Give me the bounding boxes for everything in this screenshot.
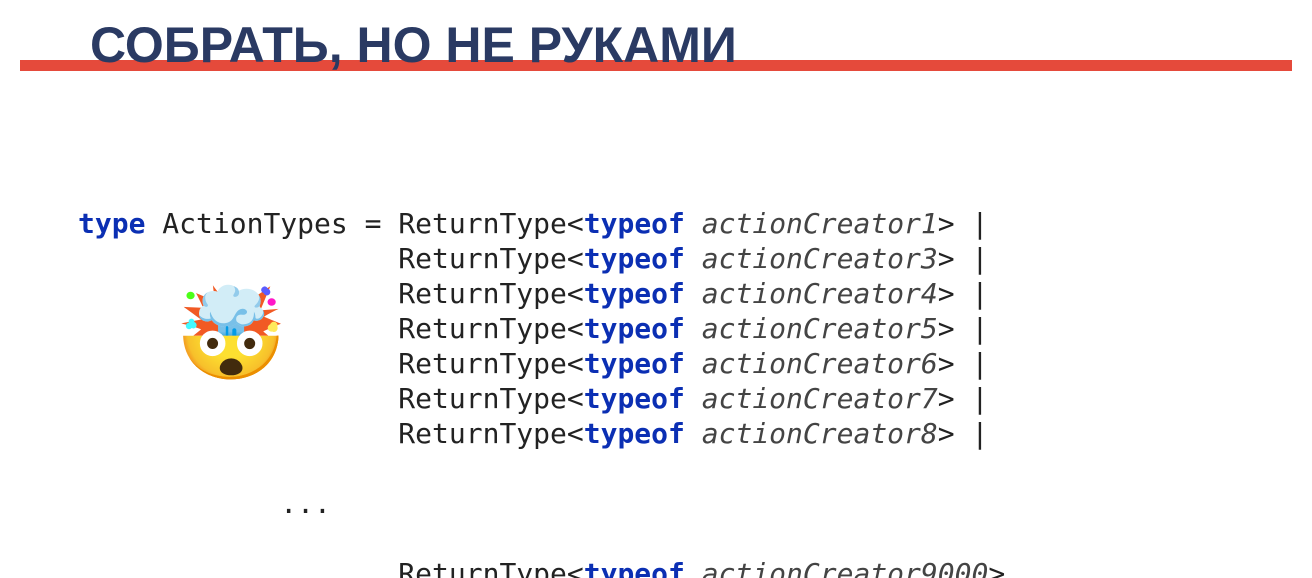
ll-creator: actionCreator9000 <box>702 557 989 578</box>
l7-typeof: typeof <box>584 417 685 450</box>
ell-ind <box>78 487 280 520</box>
l3-typeof: typeof <box>584 277 685 310</box>
ll-close: > <box>988 557 1005 578</box>
l7-ret: ReturnType< <box>398 417 583 450</box>
l5-ind <box>78 347 398 380</box>
l7-ind <box>78 417 398 450</box>
l4-ret: ReturnType< <box>398 312 583 345</box>
l2-ind <box>78 242 398 275</box>
l6-creator: actionCreator7 <box>702 382 938 415</box>
title-block: СОБРАТЬ, НО НЕ РУКАМИ <box>20 20 1292 71</box>
ll-sp <box>685 557 702 578</box>
l5-sp <box>685 347 702 380</box>
ll-typeof: typeof <box>584 557 685 578</box>
l6-sp <box>685 382 702 415</box>
l1-close: > | <box>938 207 989 240</box>
l7-sp <box>685 417 702 450</box>
l2-creator: actionCreator3 <box>702 242 938 275</box>
l4-close: > | <box>938 312 989 345</box>
l4-sp <box>685 312 702 345</box>
ll-ind <box>78 557 398 578</box>
keyword-type: type <box>78 207 145 240</box>
l1-sp <box>685 207 702 240</box>
decl-name: ActionTypes = <box>145 207 398 240</box>
l1-typeof: typeof <box>584 207 685 240</box>
l4-ind <box>78 312 398 345</box>
l7-creator: actionCreator8 <box>702 417 938 450</box>
code-block: type ActionTypes = ReturnType<typeof act… <box>78 206 1005 578</box>
l1-creator: actionCreator1 <box>702 207 938 240</box>
l2-sp <box>685 242 702 275</box>
l3-ind <box>78 277 398 310</box>
l5-creator: actionCreator6 <box>702 347 938 380</box>
ellipsis: ... <box>280 487 331 520</box>
l3-close: > | <box>938 277 989 310</box>
l5-close: > | <box>938 347 989 380</box>
l2-ret: ReturnType< <box>398 242 583 275</box>
l3-sp <box>685 277 702 310</box>
l6-typeof: typeof <box>584 382 685 415</box>
l6-ret: ReturnType< <box>398 382 583 415</box>
l4-creator: actionCreator5 <box>702 312 938 345</box>
l7-close: > | <box>938 417 989 450</box>
l4-typeof: typeof <box>584 312 685 345</box>
l3-creator: actionCreator4 <box>702 277 938 310</box>
l3-ret: ReturnType< <box>398 277 583 310</box>
l1-ret: ReturnType< <box>398 207 583 240</box>
l2-typeof: typeof <box>584 242 685 275</box>
l6-ind <box>78 382 398 415</box>
l5-typeof: typeof <box>584 347 685 380</box>
ll-ret: ReturnType< <box>398 557 583 578</box>
l6-close: > | <box>938 382 989 415</box>
l2-close: > | <box>938 242 989 275</box>
l5-ret: ReturnType< <box>398 347 583 380</box>
